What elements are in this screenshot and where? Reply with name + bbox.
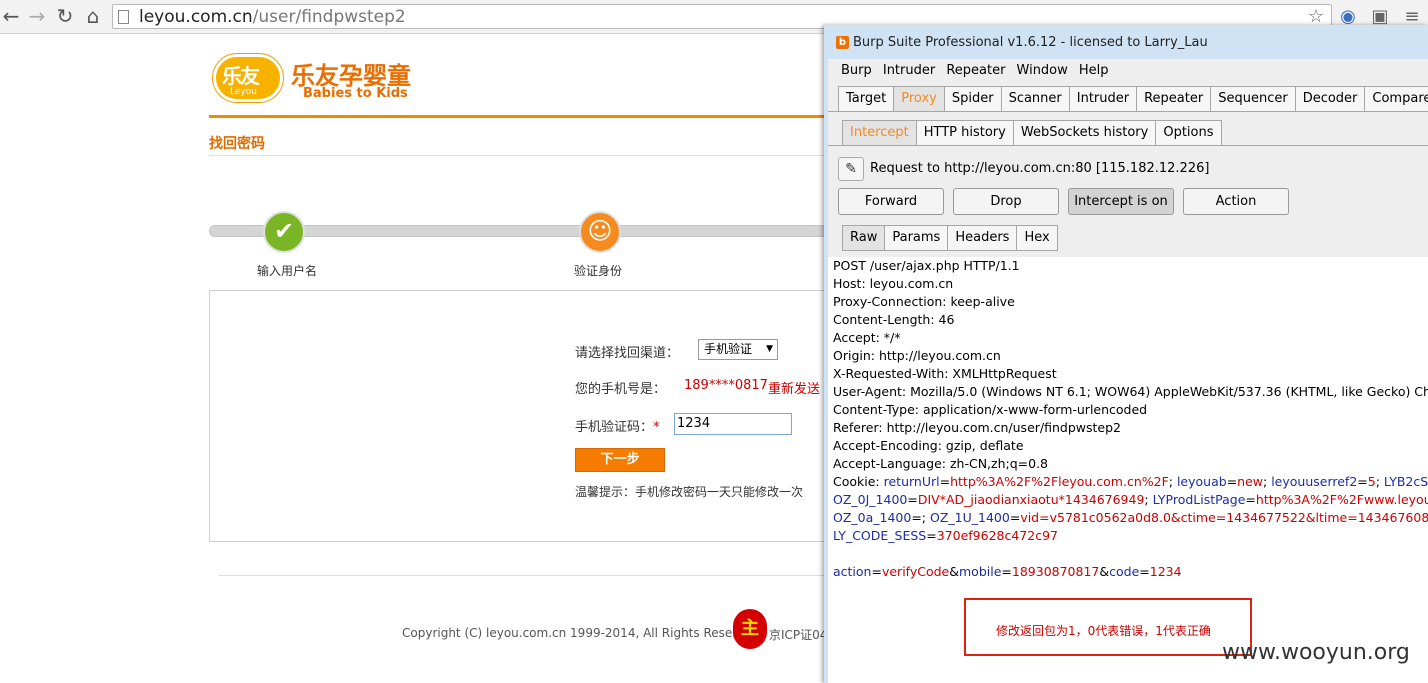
request-header-line: Content-Length: 46 (833, 312, 955, 327)
required-mark: * (653, 420, 660, 435)
tab-headers[interactable]: Headers (947, 225, 1018, 251)
cookie-line: LY_CODE_SESS=370ef9628c472c97 (833, 528, 1058, 543)
tab-comparer[interactable]: Comparer (1364, 86, 1428, 112)
reload-icon[interactable]: ↻ (54, 5, 76, 27)
forward-icon[interactable]: → (26, 5, 48, 27)
url-host: leyou.com.cn (139, 7, 253, 27)
logo-en: Leyou (230, 87, 257, 97)
request-header-line: Origin: http://leyou.com.cn (833, 348, 1001, 363)
request-header-line: Content-Type: application/x-www-form-url… (833, 402, 1148, 417)
burp-logo-icon: b (836, 36, 849, 49)
code-label-text: 手机验证码： (575, 420, 654, 435)
star-icon[interactable]: ☆ (1306, 7, 1326, 27)
phone-value: 189****0817 (684, 378, 768, 393)
code-label: 手机验证码：* (575, 416, 660, 435)
url-text: leyou.com.cn/user/findpwstep2 (139, 7, 406, 27)
channel-value: 手机验证 (704, 342, 753, 356)
burp-titlebar: b Burp Suite Professional v1.6.12 - lice… (828, 25, 1428, 59)
tab-intruder[interactable]: Intruder (1068, 86, 1138, 112)
menu-burp[interactable]: Burp (841, 61, 872, 81)
menu-help[interactable]: Help (1079, 61, 1109, 81)
menu-intruder[interactable]: Intruder (883, 61, 935, 81)
cookie-line: Cookie: returnUrl=http%3A%2F%2Fleyou.com… (833, 474, 1428, 489)
request-info: Request to http://leyou.com.cn:80 [115.1… (870, 161, 1210, 176)
home-icon[interactable]: ⌂ (82, 5, 104, 27)
tab-spider[interactable]: Spider (943, 86, 1002, 112)
request-header-line: Accept-Encoding: gzip, deflate (833, 438, 1024, 453)
extension-icon[interactable]: ▣ (1370, 7, 1390, 27)
back-icon[interactable]: ← (0, 5, 22, 27)
intercept-toggle-button[interactable]: Intercept is on (1068, 188, 1174, 215)
tab-websockets-history[interactable]: WebSockets history (1012, 120, 1157, 146)
message-view-tabs: Raw Params Headers Hex (842, 225, 1058, 251)
footer-divider (219, 575, 829, 576)
globe-icon[interactable]: ◉ (1338, 7, 1358, 27)
request-header-line: Proxy-Connection: keep-alive (833, 294, 1015, 309)
channel-label: 请选择找回渠道： (575, 346, 680, 361)
step-current-smile-icon: ☺ (579, 211, 621, 253)
request-header-line: POST /user/ajax.php HTTP/1.1 (833, 258, 1020, 273)
channel-select[interactable]: 手机验证 ▼ (698, 339, 778, 360)
brand-slogan: Babies to Kids (303, 86, 408, 101)
tab-hex[interactable]: Hex (1016, 225, 1058, 251)
proxy-subtabs: Intercept HTTP history WebSockets history O… (842, 120, 1222, 146)
cookie-line: OZ_0J_1400=DIV*AD_jiaodianxiaotu*1434676… (833, 492, 1428, 507)
tab-intercept[interactable]: Intercept (842, 120, 917, 146)
edit-pencil-icon[interactable]: ✎ (838, 157, 864, 181)
tab-sequencer[interactable]: Sequencer (1210, 86, 1296, 112)
menu-window[interactable]: Window (1017, 61, 1068, 81)
menu-icon[interactable]: ≡ (1402, 7, 1422, 27)
burp-title: Burp Suite Professional v1.6.12 - licens… (853, 35, 1208, 50)
chevron-down-icon: ▼ (766, 344, 773, 354)
main-tabs: Target Proxy Spider Scanner Intruder Repeater… (838, 86, 1428, 112)
watermark: www.wooyun.org (1222, 640, 1410, 665)
site-logo[interactable]: 乐友 Leyou (213, 54, 283, 102)
logo-cn: 乐友 (222, 64, 260, 88)
header-divider (209, 115, 829, 118)
tab-raw[interactable]: Raw (842, 225, 886, 251)
page-icon (118, 10, 129, 24)
menu-repeater[interactable]: Repeater (946, 61, 1005, 81)
tab-decoder[interactable]: Decoder (1294, 86, 1366, 112)
url-path: /user/findpwstep2 (252, 7, 406, 27)
code-input[interactable]: 1234 (674, 413, 792, 435)
police-seal-icon[interactable]: 主 (733, 609, 767, 649)
tab-scanner[interactable]: Scanner (1000, 86, 1070, 112)
step2-label: 验证身份 (574, 264, 623, 278)
burp-menubar: Burp Intruder Repeater Window Help (828, 59, 1428, 79)
request-header-line: Accept: */* (833, 330, 901, 345)
icp-license[interactable]: 京ICP证04 (769, 626, 827, 643)
tab-http-history[interactable]: HTTP history (915, 120, 1014, 146)
tab-params[interactable]: Params (884, 225, 949, 251)
request-header-line: Host: leyou.com.cn (833, 276, 954, 291)
tip-text: 温馨提示：手机修改密码一天只能修改一次 (575, 485, 804, 499)
page-title: 找回密码 (209, 136, 265, 152)
cookie-line: OZ_0a_1400=; OZ_1U_1400=vid=v5781c0562a0… (833, 510, 1428, 525)
phone-label: 您的手机号是： (575, 382, 667, 397)
request-header-line: User-Agent: Mozilla/5.0 (Windows NT 6.1;… (833, 384, 1428, 399)
request-header-line: X-Requested-With: XMLHttpRequest (833, 366, 1057, 381)
drop-button[interactable]: Drop (953, 188, 1059, 215)
tab-options[interactable]: Options (1155, 120, 1222, 146)
step1-label: 输入用户名 (257, 264, 318, 278)
tab-proxy[interactable]: Proxy (893, 86, 945, 112)
step-done-check-icon: ✔ (263, 211, 305, 253)
tab-target[interactable]: Target (838, 86, 895, 112)
action-button[interactable]: Action (1183, 188, 1289, 215)
request-header-line: Accept-Language: zh-CN,zh;q=0.8 (833, 456, 1049, 471)
burp-window: b Burp Suite Professional v1.6.12 - lice… (824, 25, 1428, 683)
forward-button[interactable]: Forward (838, 188, 944, 215)
annotation-text: 修改返回包为1，0代表错误，1代表正确 (996, 624, 1211, 638)
request-body-line: action=verifyCode&mobile=18930870817&cod… (833, 564, 1182, 579)
request-header-line: Referer: http://leyou.com.cn/user/findpw… (833, 420, 1121, 435)
resend-link[interactable]: 重新发送 (768, 378, 828, 397)
title-divider (209, 155, 829, 156)
annotation-box: 修改返回包为1，0代表错误，1代表正确 (964, 598, 1252, 656)
tab-repeater[interactable]: Repeater (1136, 86, 1212, 112)
copyright: Copyright (C) leyou.com.cn 1999-2014, Al… (402, 626, 760, 640)
next-step-button[interactable]: 下一步 (575, 448, 665, 472)
